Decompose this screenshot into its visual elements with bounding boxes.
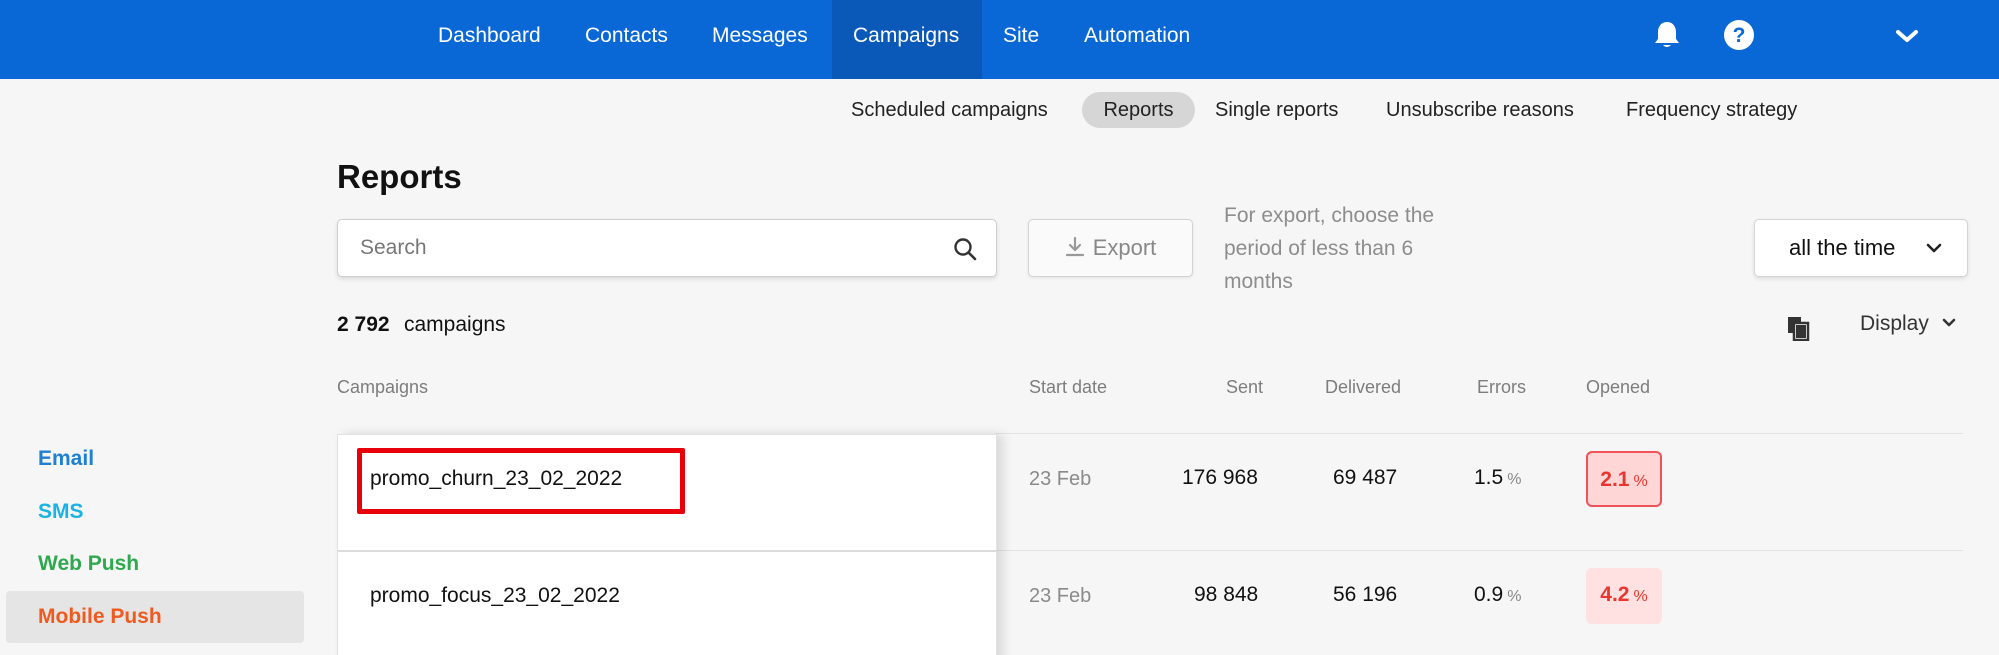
chevron-down-icon <box>1926 243 1942 253</box>
opened-value: 2.1 <box>1600 468 1630 491</box>
errors-value: 1.5 <box>1474 466 1504 489</box>
campaign-name-link[interactable]: promo_focus_23_02_2022 <box>370 584 620 608</box>
opened-value: 4.2 <box>1600 583 1630 606</box>
cell-errors: 0.9% <box>1474 583 1521 607</box>
percent-unit: % <box>1507 588 1522 605</box>
campaign-count: 2 792 <box>337 313 390 336</box>
cell-sent: 176 968 <box>1182 466 1258 489</box>
copy-icon[interactable] <box>1786 315 1810 341</box>
percent-unit: % <box>1507 471 1522 488</box>
sidebar-item-email[interactable]: Email <box>6 433 304 485</box>
highlight-box <box>357 448 685 514</box>
opened-badge: 4.2% <box>1586 568 1662 624</box>
sidebar-item-sms[interactable]: SMS <box>6 486 304 538</box>
top-navigation-bar: Dashboard Contacts Messages Campaigns Si… <box>0 0 1999 79</box>
percent-unit: % <box>1633 588 1648 605</box>
nav-item-contacts[interactable]: Contacts <box>564 0 691 79</box>
display-button-label: Display <box>1860 312 1929 335</box>
row-divider <box>995 433 1963 434</box>
column-header-campaigns: Campaigns <box>337 377 429 397</box>
nav-item-campaigns[interactable]: Campaigns <box>832 0 982 79</box>
nav-item-automation[interactable]: Automation <box>1081 0 1226 79</box>
period-select[interactable]: all the time <box>1754 219 1968 277</box>
help-icon[interactable]: ? <box>1722 18 1756 52</box>
percent-unit: % <box>1633 473 1648 490</box>
subnav-frequency-strategy[interactable]: Frequency strategy <box>1626 92 1797 128</box>
export-hint: For export, choose the period of less th… <box>1224 204 1435 293</box>
campaign-count-label: campaigns <box>404 313 506 336</box>
sidebar-item-web-push[interactable]: Web Push <box>6 538 304 590</box>
svg-text:?: ? <box>1733 24 1746 47</box>
nav-item-dashboard[interactable]: Dashboard <box>417 0 564 79</box>
search-box <box>337 219 997 277</box>
search-icon[interactable] <box>953 237 977 261</box>
bell-icon[interactable] <box>1650 18 1684 52</box>
cell-start-date: 23 Feb <box>1029 468 1092 490</box>
nav-item-messages[interactable]: Messages <box>691 0 832 79</box>
page-title: Reports <box>337 158 462 195</box>
cell-delivered: 56 196 <box>1333 583 1398 606</box>
cell-errors: 1.5% <box>1474 466 1521 490</box>
column-header-start-date[interactable]: Start date <box>1029 377 1107 398</box>
download-icon <box>1065 236 1084 257</box>
period-select-value: all the time <box>1789 235 1896 260</box>
chevron-down-icon[interactable] <box>1892 23 1922 49</box>
cell-sent: 98 848 <box>1194 583 1259 606</box>
opened-badge: 2.1% <box>1586 451 1662 507</box>
export-button[interactable]: Export <box>1028 219 1193 277</box>
chevron-down-icon <box>1942 318 1956 327</box>
display-button[interactable]: Display <box>1860 312 1957 336</box>
cell-start-date: 23 Feb <box>1029 585 1092 607</box>
subnav-scheduled-campaigns[interactable]: Scheduled campaigns <box>851 92 1048 128</box>
column-header-opened[interactable]: Opened <box>1586 377 1650 398</box>
row-divider <box>995 550 1963 551</box>
cell-delivered: 69 487 <box>1333 466 1398 489</box>
export-button-label: Export <box>1092 235 1157 260</box>
column-header-errors[interactable]: Errors <box>1477 377 1526 398</box>
column-header-sent[interactable]: Sent <box>1226 377 1263 398</box>
column-header-delivered[interactable]: Delivered <box>1325 377 1401 398</box>
errors-value: 0.9 <box>1474 583 1504 606</box>
search-input[interactable] <box>338 220 938 276</box>
sidebar-item-mobile-push[interactable]: Mobile Push <box>6 591 304 643</box>
nav-item-site[interactable]: Site <box>982 0 1081 79</box>
subnav-single-reports[interactable]: Single reports <box>1215 92 1338 128</box>
subnav-unsubscribe-reasons[interactable]: Unsubscribe reasons <box>1386 92 1574 128</box>
subnav-reports[interactable]: Reports <box>1082 92 1195 128</box>
row-divider <box>337 550 997 552</box>
